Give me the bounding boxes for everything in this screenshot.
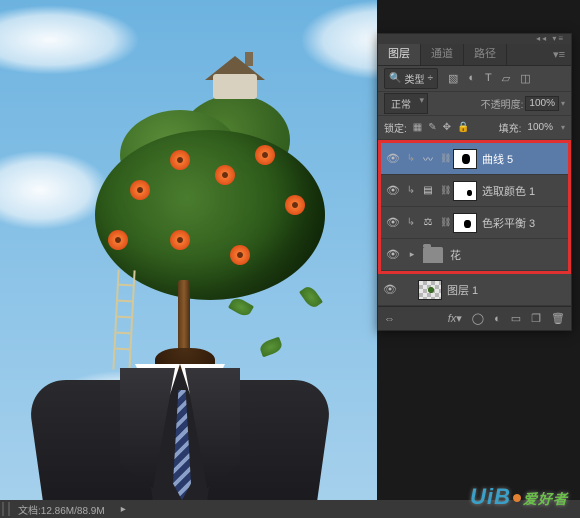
- panel-menu-icon[interactable]: ▾≡: [547, 44, 571, 65]
- visibility-toggle-icon[interactable]: 👁: [382, 283, 398, 296]
- falling-leaf: [299, 284, 323, 310]
- tab-channels[interactable]: 通道: [421, 41, 464, 65]
- layer-mask-thumb[interactable]: [453, 149, 477, 169]
- layer-name[interactable]: 图层 1: [447, 282, 478, 298]
- layer-row[interactable]: 👁 ↳ 〰 ⛓ 曲线 5: [381, 143, 568, 175]
- lock-position-icon[interactable]: ✥: [443, 122, 451, 133]
- tab-paths[interactable]: 路径: [464, 41, 507, 65]
- flower: [170, 150, 190, 170]
- chevron-down-icon[interactable]: ▾: [561, 99, 565, 108]
- layer-filter-row: 🔍 类型 ÷ ▧ ◐ T ▱ ◫: [378, 66, 571, 92]
- new-adjustment-icon[interactable]: ◐: [494, 313, 501, 325]
- fill-label: 填充:: [499, 120, 522, 135]
- falling-leaf: [228, 295, 254, 318]
- suit-figure: [35, 360, 325, 500]
- flower: [255, 145, 275, 165]
- new-layer-icon[interactable]: ❐: [531, 312, 541, 325]
- filter-kind-dropdown[interactable]: 🔍 类型 ÷: [384, 68, 438, 89]
- flower: [230, 245, 250, 265]
- status-menu-icon[interactable]: ▸: [113, 504, 134, 515]
- clipping-indicator-icon: ↳: [406, 185, 416, 196]
- layer-name[interactable]: 曲线 5: [482, 151, 513, 167]
- layer-group-name[interactable]: 花: [450, 247, 461, 263]
- layer-row[interactable]: 👁 图层 1: [378, 274, 571, 306]
- layer-name[interactable]: 色彩平衡 3: [482, 215, 535, 231]
- new-group-icon[interactable]: ▭: [511, 312, 521, 325]
- flower: [108, 230, 128, 250]
- flower: [170, 230, 190, 250]
- clipping-indicator-icon: ↳: [406, 153, 416, 164]
- opacity-label: 不透明度:: [481, 96, 524, 111]
- filter-smart-icon[interactable]: ◫: [520, 72, 530, 85]
- lock-pixels-icon[interactable]: ✎: [428, 122, 436, 133]
- lock-all-icon[interactable]: 🔒: [457, 122, 469, 133]
- ladder: [112, 270, 135, 371]
- layer-thumb[interactable]: [418, 280, 442, 300]
- panel-collapse-icon[interactable]: ◂◂ ▾≡: [536, 34, 565, 43]
- opacity-value[interactable]: 100%: [525, 96, 559, 111]
- curves-adjust-icon: 〰: [421, 152, 435, 166]
- chevron-down-icon: ÷: [427, 73, 433, 84]
- layer-name[interactable]: 选取颜色 1: [482, 183, 535, 199]
- status-grip-icon: [2, 502, 10, 516]
- folder-collapse-icon[interactable]: ▸: [406, 249, 418, 260]
- status-bar: 文档:12.86M/88.9M ▸: [0, 500, 580, 518]
- layer-group-row[interactable]: 👁 ▸ 花: [381, 239, 568, 271]
- filter-adjust-icon[interactable]: ◐: [468, 72, 475, 85]
- add-mask-icon[interactable]: ◯: [472, 312, 484, 325]
- link-layers-icon[interactable]: ⇔: [384, 313, 395, 325]
- lock-label: 锁定:: [384, 120, 407, 135]
- tab-layers[interactable]: 图层: [378, 41, 421, 65]
- falling-leaf: [258, 337, 283, 358]
- cloud: [0, 5, 140, 75]
- canvas-area[interactable]: [0, 0, 377, 500]
- blend-row: 正常 不透明度: 100% ▾: [378, 92, 571, 116]
- filter-type-icon[interactable]: T: [485, 72, 492, 85]
- layer-mask-thumb[interactable]: [453, 181, 477, 201]
- clipping-indicator-icon: ↳: [406, 217, 416, 228]
- cloud: [300, 0, 377, 80]
- panel-titlebar[interactable]: ◂◂ ▾≡: [378, 34, 571, 44]
- visibility-toggle-icon[interactable]: 👁: [385, 152, 401, 165]
- filter-kind-label: 类型: [404, 71, 424, 86]
- link-icon: ⛓: [440, 153, 448, 164]
- link-icon: ⛓: [440, 185, 448, 196]
- panel-tabs: 图层 通道 路径 ▾≡: [378, 44, 571, 66]
- lock-transparency-icon[interactable]: ▦: [413, 122, 422, 133]
- layers-panel: ◂◂ ▾≡ 图层 通道 路径 ▾≡ 🔍 类型 ÷ ▧ ◐ T ▱ ◫ 正常 不透…: [377, 33, 572, 331]
- color-balance-adjust-icon: ⚖: [421, 216, 435, 230]
- layer-row[interactable]: 👁 ↳ ⚖ ⛓ 色彩平衡 3: [381, 207, 568, 239]
- chevron-down-icon[interactable]: ▾: [561, 123, 565, 132]
- layer-row[interactable]: 👁 ↳ ▤ ⛓ 选取颜色 1: [381, 175, 568, 207]
- visibility-toggle-icon[interactable]: 👁: [385, 184, 401, 197]
- filter-shape-icon[interactable]: ▱: [502, 72, 510, 85]
- folder-icon: [423, 247, 443, 263]
- highlighted-layers-group: 👁 ↳ 〰 ⛓ 曲线 5 👁 ↳ ▤ ⛓ 选取颜色 1 👁 ↳ ⚖ ⛓ 色彩平衡…: [378, 140, 571, 274]
- layer-fx-icon[interactable]: fx▾: [448, 312, 462, 325]
- layers-below: 👁 图层 1: [378, 274, 571, 306]
- flower: [285, 195, 305, 215]
- flower: [215, 165, 235, 185]
- document-info: 文档:12.86M/88.9M: [10, 502, 113, 517]
- cloud: [0, 150, 110, 230]
- panel-footer: ⇔ fx▾ ◯ ◐ ▭ ❐ 🗑: [378, 306, 571, 330]
- tree-house: [205, 56, 265, 96]
- filter-pixel-icon[interactable]: ▧: [448, 72, 458, 85]
- flower: [130, 180, 150, 200]
- fill-value[interactable]: 100%: [527, 122, 553, 133]
- blend-mode-dropdown[interactable]: 正常: [384, 93, 428, 114]
- lock-row: 锁定: ▦ ✎ ✥ 🔒 填充: 100% ▾: [378, 116, 571, 140]
- visibility-toggle-icon[interactable]: 👁: [385, 248, 401, 261]
- visibility-toggle-icon[interactable]: 👁: [385, 216, 401, 229]
- search-icon: 🔍: [389, 73, 401, 84]
- selective-color-adjust-icon: ▤: [421, 184, 435, 198]
- layer-mask-thumb[interactable]: [453, 213, 477, 233]
- link-icon: ⛓: [440, 217, 448, 228]
- delete-layer-icon[interactable]: 🗑: [551, 312, 565, 325]
